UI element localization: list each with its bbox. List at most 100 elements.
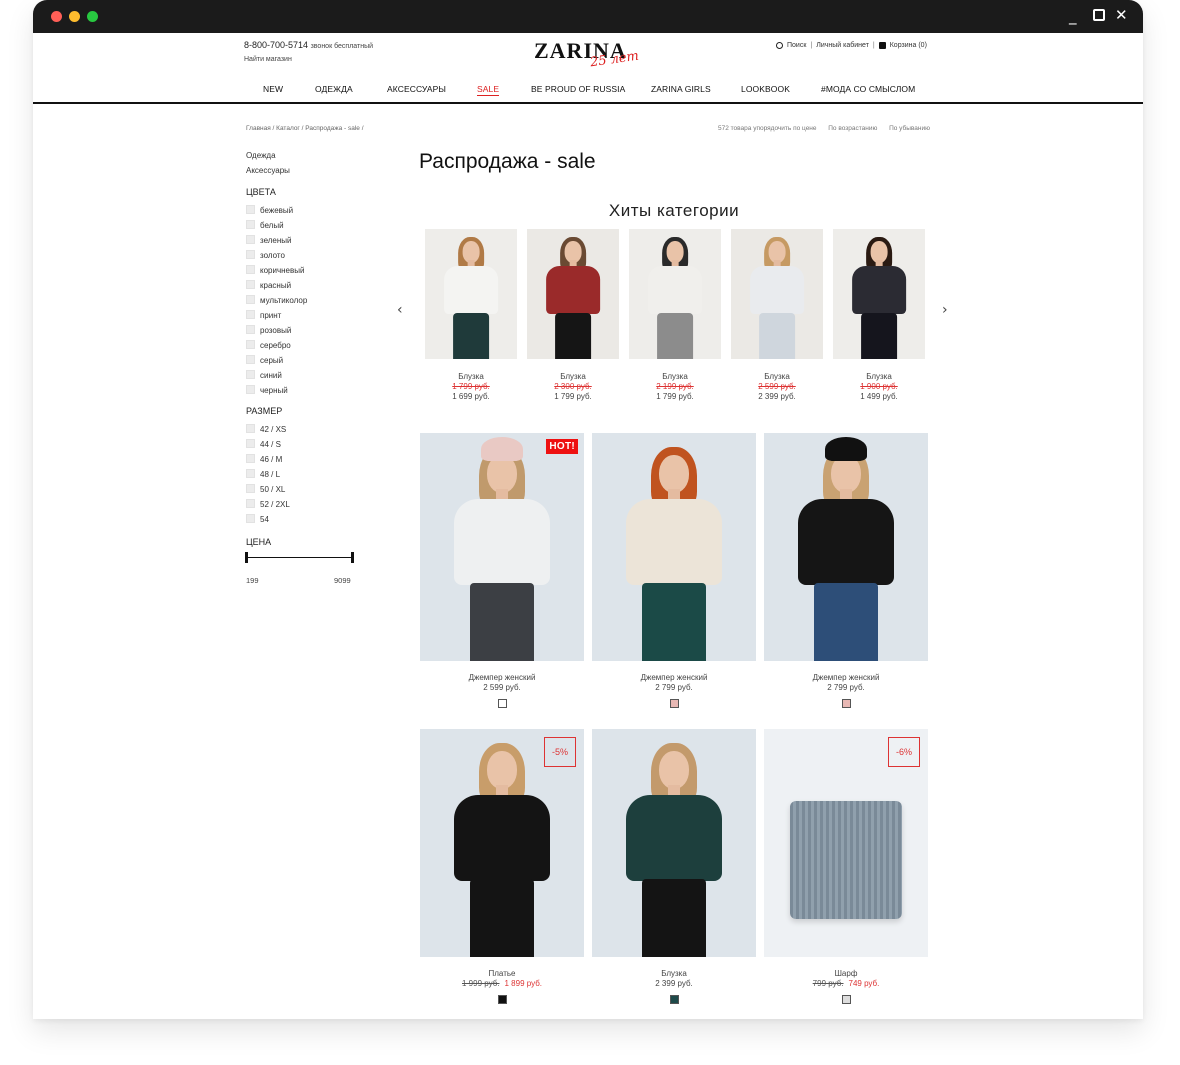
color-label[interactable]: розовый	[260, 326, 291, 335]
size-checkbox[interactable]	[246, 439, 255, 448]
sort-asc-link[interactable]: По возрастанию	[828, 125, 877, 132]
product-name[interactable]: Платье	[420, 969, 584, 978]
size-checkbox[interactable]	[246, 454, 255, 463]
hit-image[interactable]	[833, 229, 925, 359]
color-label[interactable]: принт	[260, 311, 281, 320]
breadcrumb-item[interactable]: Распродажа - sale	[305, 125, 360, 132]
color-label[interactable]: белый	[260, 221, 284, 230]
hit-name[interactable]: Блузка	[527, 372, 619, 381]
color-label[interactable]: синий	[260, 371, 282, 380]
color-swatch[interactable]	[669, 995, 679, 1004]
product-name[interactable]: Джемпер женский	[592, 673, 756, 682]
color-checkbox[interactable]	[246, 295, 255, 304]
size-label[interactable]: 52 / 2XL	[260, 500, 290, 509]
price-slider-max-handle[interactable]	[351, 552, 354, 563]
product-card[interactable]: -6% Шарф 799 руб. 749 руб.	[764, 729, 928, 1009]
breadcrumb-item[interactable]: Главная	[246, 125, 271, 132]
size-label[interactable]: 46 / M	[260, 455, 282, 464]
hit-card[interactable]: Блузка 2 599 руб. 2 399 руб.	[731, 229, 823, 401]
color-checkbox[interactable]	[246, 310, 255, 319]
breadcrumb-item[interactable]: Каталог	[276, 125, 300, 132]
color-checkbox[interactable]	[246, 370, 255, 379]
color-label[interactable]: серый	[260, 356, 283, 365]
size-checkbox[interactable]	[246, 469, 255, 478]
hit-card[interactable]: Блузка 1 900 руб. 1 499 руб.	[833, 229, 925, 401]
hit-card[interactable]: Блузка 2 300 руб. 1 799 руб.	[527, 229, 619, 401]
product-image[interactable]: HOT!	[420, 433, 584, 661]
maximize-icon[interactable]	[1093, 9, 1105, 21]
hit-card[interactable]: Блузка 2 199 руб. 1 799 руб.	[629, 229, 721, 401]
size-label[interactable]: 54	[260, 515, 269, 524]
color-swatch[interactable]	[497, 995, 507, 1004]
product-name[interactable]: Шарф	[764, 969, 928, 978]
color-label[interactable]: черный	[260, 386, 288, 395]
color-label[interactable]: красный	[260, 281, 291, 290]
product-card[interactable]: HOT! Джемпер женский 2 599 руб.	[420, 433, 584, 713]
color-swatch[interactable]	[669, 699, 679, 708]
product-image[interactable]	[592, 433, 756, 661]
color-label[interactable]: зеленый	[260, 236, 292, 245]
color-label[interactable]: мультиколор	[260, 296, 307, 305]
account-link[interactable]: Личный кабинет	[816, 42, 869, 49]
color-checkbox[interactable]	[246, 325, 255, 334]
color-checkbox[interactable]	[246, 220, 255, 229]
minimize-dot-icon[interactable]	[69, 11, 80, 22]
nav-item-new[interactable]: NEW	[263, 84, 283, 94]
maximize-dot-icon[interactable]	[87, 11, 98, 22]
color-checkbox[interactable]	[246, 280, 255, 289]
cart-link[interactable]: Корзина (0)	[890, 42, 927, 49]
product-card[interactable]: Блузка 2 399 руб.	[592, 729, 756, 1009]
close-icon[interactable]: ✕	[1115, 7, 1128, 23]
size-label[interactable]: 42 / XS	[260, 425, 286, 434]
color-label[interactable]: коричневый	[260, 266, 304, 275]
price-slider-min-handle[interactable]	[245, 552, 248, 563]
product-card[interactable]: Джемпер женский 2 799 руб.	[764, 433, 928, 713]
size-label[interactable]: 44 / S	[260, 440, 281, 449]
hit-image[interactable]	[629, 229, 721, 359]
hit-name[interactable]: Блузка	[731, 372, 823, 381]
size-checkbox[interactable]	[246, 484, 255, 493]
nav-item-accessories[interactable]: АКСЕССУАРЫ	[387, 84, 446, 94]
find-store-link[interactable]: Найти магазин	[244, 56, 292, 63]
category-clothing[interactable]: Одежда	[246, 151, 276, 160]
nav-item-clothing[interactable]: ОДЕЖДА	[315, 84, 353, 94]
nav-item-be-proud[interactable]: BE PROUD OF RUSSIA	[531, 84, 625, 94]
search-link[interactable]: Поиск	[787, 42, 806, 49]
product-card[interactable]: Джемпер женский 2 799 руб.	[592, 433, 756, 713]
color-checkbox[interactable]	[246, 235, 255, 244]
chevron-left-icon[interactable]: ‹	[397, 302, 403, 318]
hit-image[interactable]	[731, 229, 823, 359]
nav-item-lookbook[interactable]: LOOKBOOK	[741, 84, 790, 94]
nav-item-sale[interactable]: SALE	[477, 84, 500, 96]
product-name[interactable]: Джемпер женский	[420, 673, 584, 682]
sort-desc-link[interactable]: По убыванию	[889, 125, 930, 132]
close-dot-icon[interactable]	[51, 11, 62, 22]
minimize-icon[interactable]: _	[1069, 8, 1077, 24]
size-checkbox[interactable]	[246, 499, 255, 508]
color-checkbox[interactable]	[246, 250, 255, 259]
color-checkbox[interactable]	[246, 340, 255, 349]
hit-image[interactable]	[527, 229, 619, 359]
color-swatch[interactable]	[497, 699, 507, 708]
product-image[interactable]	[592, 729, 756, 957]
product-image[interactable]	[764, 433, 928, 661]
hit-image[interactable]	[425, 229, 517, 359]
size-label[interactable]: 50 / XL	[260, 485, 285, 494]
product-name[interactable]: Блузка	[592, 969, 756, 978]
hit-name[interactable]: Блузка	[833, 372, 925, 381]
search-icon[interactable]	[776, 42, 783, 49]
category-accessories[interactable]: Аксессуары	[246, 166, 290, 175]
phone-number[interactable]: 8-800-700-5714	[244, 40, 308, 50]
product-image[interactable]: -5%	[420, 729, 584, 957]
bag-icon[interactable]	[878, 42, 886, 49]
product-image[interactable]: -6%	[764, 729, 928, 957]
color-label[interactable]: бежевый	[260, 206, 293, 215]
size-label[interactable]: 48 / L	[260, 470, 280, 479]
color-checkbox[interactable]	[246, 265, 255, 274]
color-checkbox[interactable]	[246, 205, 255, 214]
color-checkbox[interactable]	[246, 385, 255, 394]
nav-item-fashion-meaning[interactable]: #МОДА СО СМЫСЛОМ	[821, 84, 915, 94]
product-name[interactable]: Джемпер женский	[764, 673, 928, 682]
hit-card[interactable]: Блузка 1 799 руб. 1 699 руб.	[425, 229, 517, 401]
color-checkbox[interactable]	[246, 355, 255, 364]
